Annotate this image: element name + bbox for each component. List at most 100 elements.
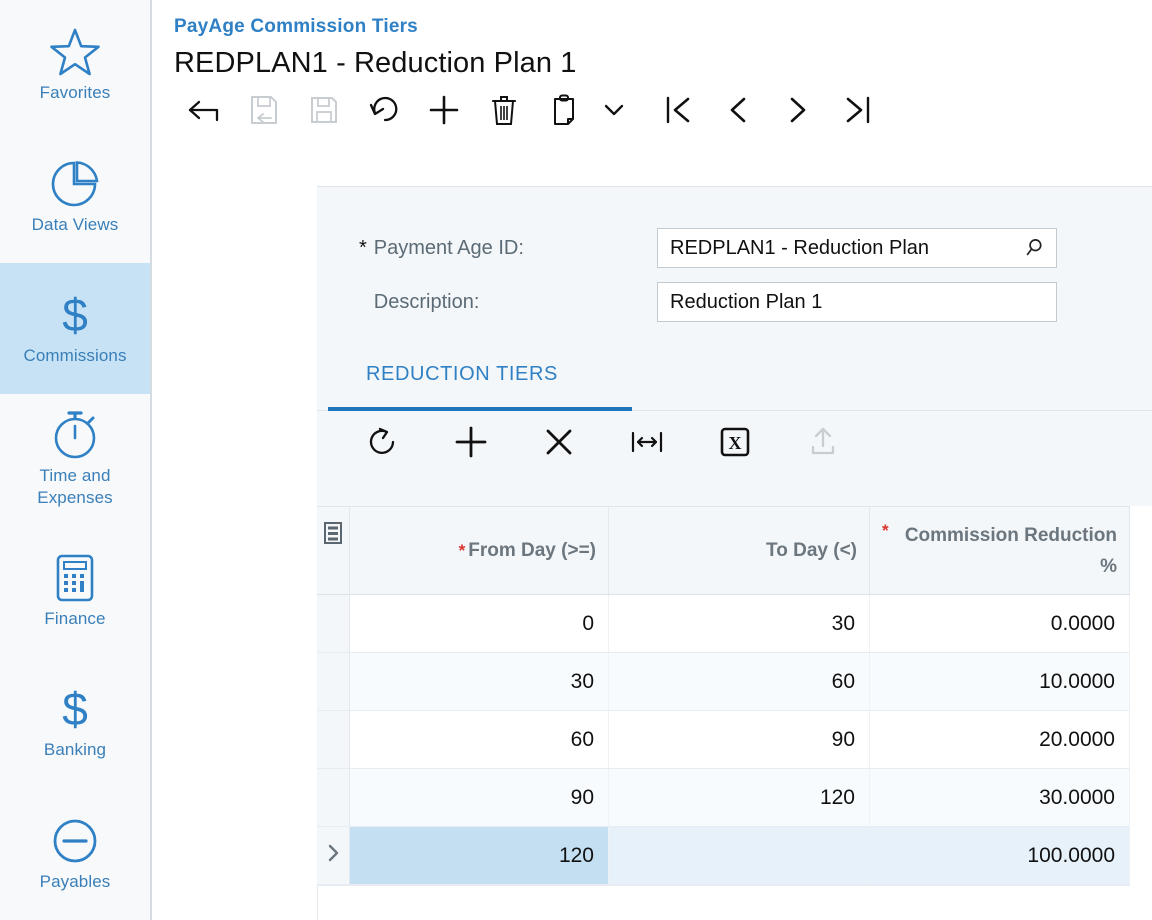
arrow-left-icon — [187, 95, 221, 130]
refresh-button[interactable] — [339, 414, 427, 474]
grid-toolbar: X — [317, 411, 1152, 477]
cell-from-day[interactable]: 90 — [350, 769, 609, 827]
description-label: * Description: — [337, 291, 657, 314]
row-selector-cell[interactable] — [317, 769, 350, 827]
column-header-commission-reduction[interactable]: * Commission Reduction % — [870, 507, 1130, 595]
sidebar-item-finance[interactable]: Finance — [0, 526, 150, 657]
fit-width-icon — [630, 427, 664, 462]
sidebar-item-commissions[interactable]: $ Commissions — [0, 262, 150, 395]
column-header-to-day[interactable]: To Day (<) — [609, 507, 870, 595]
cell-commission-reduction[interactable]: 100.0000 — [870, 827, 1130, 885]
delete-record-button[interactable] — [474, 83, 534, 141]
record-form-panel: * Payment Age ID: REDPLAN1 - Reduction P… — [317, 186, 1152, 506]
cell-to-day[interactable]: 120 — [609, 769, 870, 827]
payment-age-id-field[interactable]: REDPLAN1 - Reduction Plan — [657, 228, 1057, 268]
cell-to-day[interactable] — [609, 827, 870, 885]
form-fields: * Payment Age ID: REDPLAN1 - Reduction P… — [317, 187, 1152, 329]
cell-from-day[interactable]: 0 — [350, 595, 609, 653]
stopwatch-icon — [50, 411, 100, 459]
clipboard-icon — [551, 94, 577, 131]
cell-commission-reduction[interactable]: 10.0000 — [870, 653, 1130, 711]
sidebar-item-data-views[interactable]: Data Views — [0, 131, 150, 262]
next-record-button[interactable] — [768, 83, 828, 141]
sidebar-item-payables[interactable]: Payables — [0, 789, 150, 920]
required-indicator: * — [882, 521, 889, 540]
main-content-area: PayAge Commission Tiers REDPLAN1 - Reduc… — [152, 0, 1152, 920]
close-x-icon — [544, 427, 574, 462]
floppy-disk-icon — [309, 95, 339, 130]
cell-from-day[interactable]: 60 — [350, 711, 609, 769]
sidebar-item-favorites[interactable]: Favorites — [0, 0, 150, 131]
table-row[interactable]: 90 120 30.0000 — [317, 769, 1130, 827]
column-header-from-day[interactable]: * From Day (>=) — [350, 507, 609, 595]
grid-bottom-border — [317, 885, 1130, 886]
sidebar-item-label: Commissions — [23, 346, 127, 366]
plus-icon — [454, 425, 488, 464]
cell-to-day[interactable]: 30 — [609, 595, 870, 653]
page-title: REDPLAN1 - Reduction Plan 1 — [174, 47, 577, 79]
export-excel-button[interactable]: X — [691, 414, 779, 474]
payment-age-id-label: * Payment Age ID: — [337, 237, 657, 260]
dollar-sign-icon: $ — [55, 683, 95, 735]
sidebar-item-label: Favorites — [39, 83, 111, 103]
row-selector-cell[interactable] — [317, 595, 350, 653]
column-settings-icon[interactable] — [317, 507, 350, 595]
row-selector-cell[interactable] — [317, 653, 350, 711]
plus-icon — [428, 94, 460, 131]
star-icon — [49, 28, 101, 76]
required-indicator: * — [458, 540, 466, 560]
breadcrumb[interactable]: PayAge Commission Tiers — [163, 0, 1152, 38]
excel-icon: X — [720, 427, 750, 462]
chevron-down-icon — [603, 102, 625, 123]
table-row[interactable]: 0 30 0.0000 — [317, 595, 1130, 653]
svg-text:X: X — [729, 433, 742, 453]
save-close-icon — [249, 94, 279, 131]
table-row[interactable]: 60 90 20.0000 — [317, 711, 1130, 769]
row-selector-cell[interactable] — [317, 711, 350, 769]
chevron-left-icon — [726, 94, 750, 131]
dollar-sign-icon: $ — [55, 289, 95, 341]
magnifier-icon[interactable] — [1022, 237, 1048, 259]
payment-age-id-label-text: Payment Age ID: — [373, 236, 524, 259]
cancel-button[interactable] — [354, 83, 414, 141]
sidebar-item-time-and-expenses[interactable]: Time and Expenses — [0, 394, 150, 525]
payment-age-id-row: * Payment Age ID: REDPLAN1 - Reduction P… — [317, 221, 1152, 275]
undo-icon — [368, 95, 400, 130]
table-row[interactable]: 120 100.0000 — [317, 827, 1130, 885]
reduction-tiers-grid: * From Day (>=) To Day (<) * Commission … — [317, 506, 1130, 886]
description-field[interactable]: Reduction Plan 1 — [657, 282, 1057, 322]
delete-row-button[interactable] — [515, 414, 603, 474]
clipboard-button[interactable] — [534, 83, 594, 141]
cell-commission-reduction[interactable]: 20.0000 — [870, 711, 1130, 769]
description-row: * Description: Reduction Plan 1 — [317, 275, 1152, 329]
cell-from-day[interactable]: 120 — [350, 827, 609, 885]
record-toolbar — [163, 80, 1152, 144]
add-new-record-button[interactable] — [414, 83, 474, 141]
cell-to-day[interactable]: 90 — [609, 711, 870, 769]
first-record-button[interactable] — [648, 83, 708, 141]
sidebar-item-banking[interactable]: $ Banking — [0, 657, 150, 788]
last-record-button[interactable] — [828, 83, 888, 141]
save-button — [294, 83, 354, 141]
previous-record-button[interactable] — [708, 83, 768, 141]
main-navigation-sidebar: Favorites Data Views $ Commissions Time and … — [0, 0, 152, 920]
column-header-commission-reduction-text: Commission Reduction % — [904, 524, 1117, 577]
add-row-button[interactable] — [427, 414, 515, 474]
row-selector-cell[interactable] — [317, 827, 350, 885]
cell-to-day[interactable]: 60 — [609, 653, 870, 711]
chevron-right-icon — [786, 94, 810, 131]
tab-reduction-tiers[interactable]: REDUCTION TIERS — [337, 353, 587, 398]
column-header-to-day-text: To Day (<) — [766, 540, 857, 561]
payment-age-id-value: REDPLAN1 - Reduction Plan — [670, 236, 930, 259]
cell-from-day[interactable]: 30 — [350, 653, 609, 711]
grid-body: 0 30 0.0000 30 60 10.0000 60 90 20.0000 90 120 30.0… — [317, 595, 1130, 885]
clipboard-dropdown-button[interactable] — [594, 83, 634, 141]
cell-commission-reduction[interactable]: 0.0000 — [870, 595, 1130, 653]
table-row[interactable]: 30 60 10.0000 — [317, 653, 1130, 711]
fit-columns-button[interactable] — [603, 414, 691, 474]
cell-commission-reduction[interactable]: 30.0000 — [870, 769, 1130, 827]
refresh-icon — [368, 426, 398, 463]
svg-text:$: $ — [62, 683, 88, 735]
last-page-icon — [844, 94, 872, 131]
back-button[interactable] — [174, 83, 234, 141]
